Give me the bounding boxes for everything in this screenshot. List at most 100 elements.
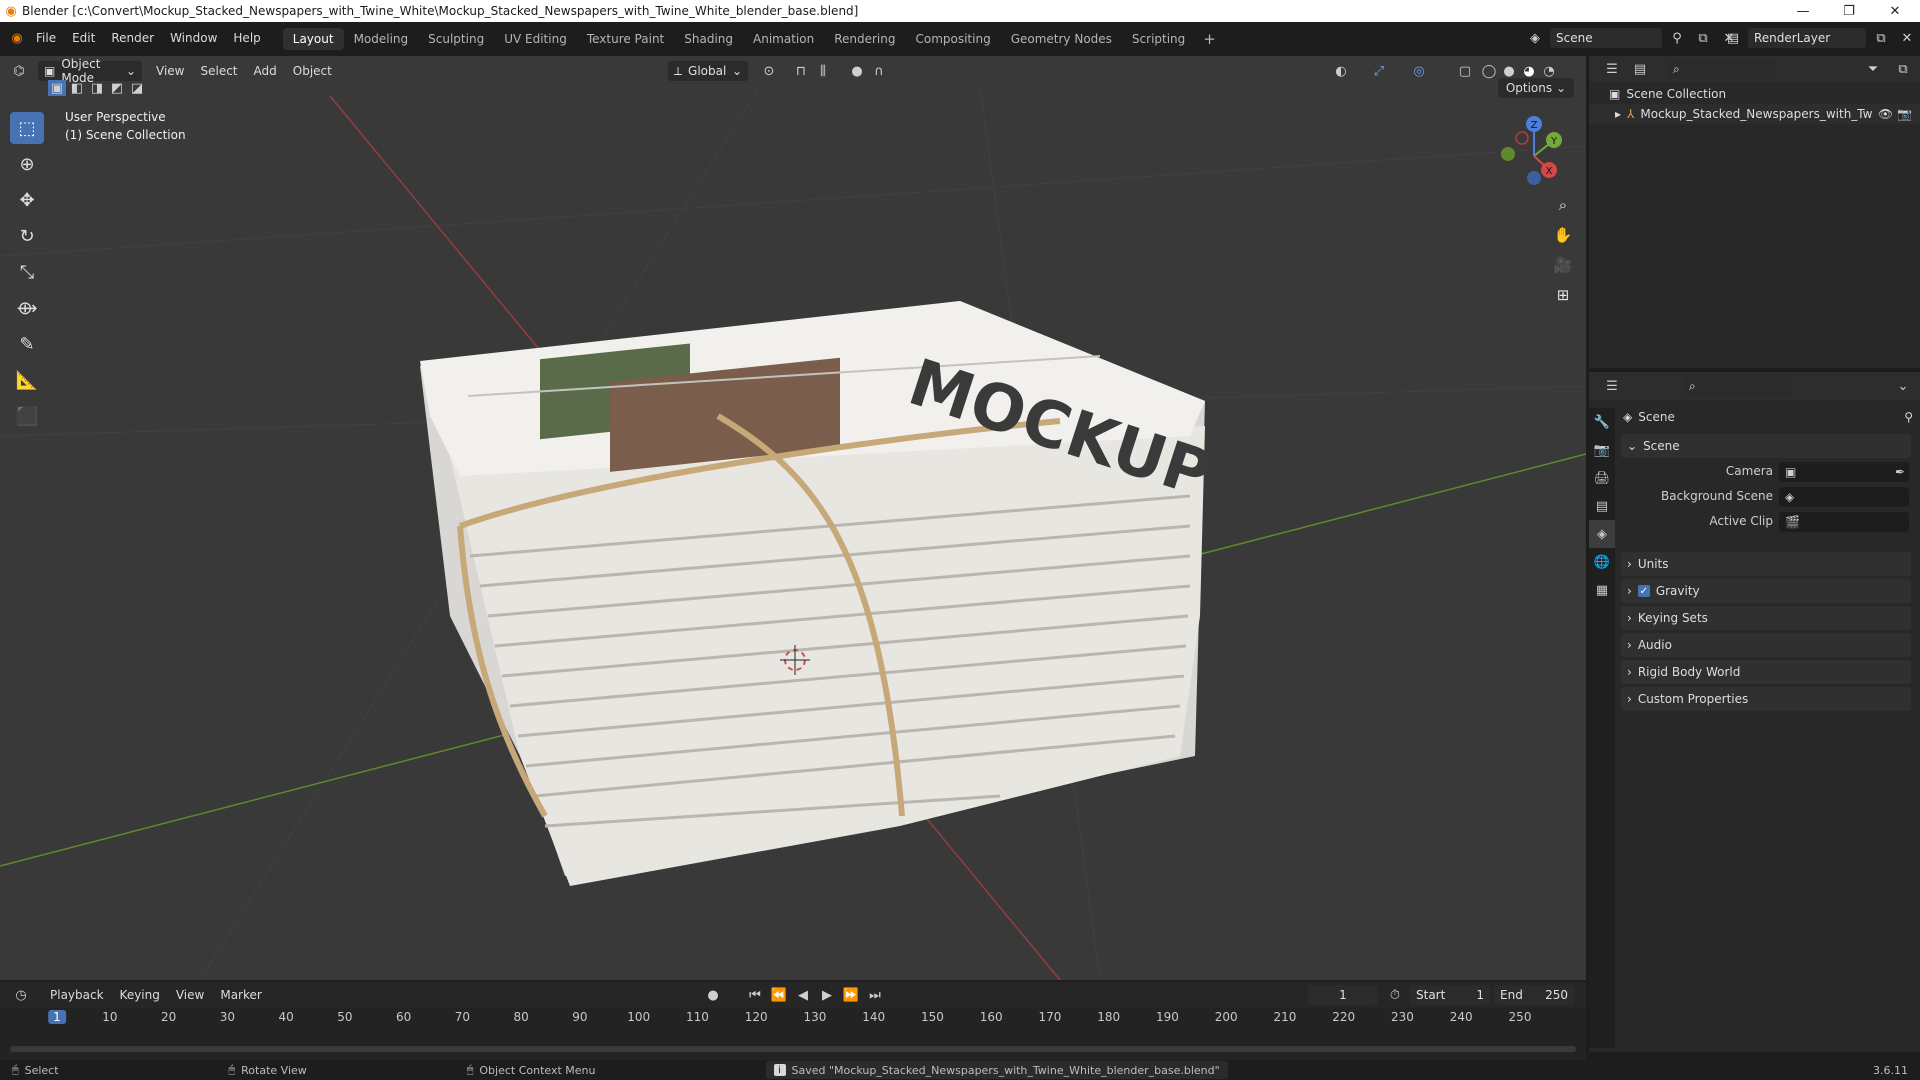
proportional-edit-icon[interactable]: ● [846, 61, 868, 81]
tab-sculpting[interactable]: Sculpting [418, 28, 494, 50]
panel-units[interactable]: › Units [1621, 552, 1911, 576]
outliner-search-input[interactable]: ⌕ [1667, 59, 1777, 79]
active-clip-field[interactable]: 🎬 [1779, 512, 1909, 532]
play-reverse-icon[interactable]: ◀ [792, 985, 814, 1005]
camera-field[interactable]: ▣ ✒ [1779, 462, 1909, 482]
menu-file[interactable]: File [28, 22, 64, 55]
pin-icon[interactable]: ⚲ [1904, 410, 1913, 424]
transform-tool-icon[interactable]: ⟴ [10, 292, 44, 324]
editor-type-icon[interactable]: ◷ [10, 985, 32, 1005]
timeline-scrollbar[interactable] [10, 1046, 1576, 1052]
zoom-icon[interactable]: ⌕ [1550, 192, 1576, 218]
mode-selector[interactable]: ▣ Object Mode ⌄ [38, 57, 142, 85]
properties-search-input[interactable]: ⌕ [1683, 376, 1793, 396]
annotate-tool-icon[interactable]: ✎ [10, 328, 44, 360]
navigation-gizmo[interactable]: Y Z X [1494, 114, 1578, 198]
editor-type-icon[interactable]: ⌬ [8, 61, 30, 81]
scene-tab-icon[interactable]: ◈ [1589, 520, 1615, 548]
view-layer-icon[interactable]: ▤ [1722, 28, 1744, 48]
expand-arrow-icon[interactable]: ▸ [1615, 107, 1621, 121]
eye-icon[interactable]: 👁 [1878, 107, 1893, 121]
play-icon[interactable]: ▶ [816, 985, 838, 1005]
world-tab-icon[interactable]: 🌐 [1589, 548, 1615, 576]
tab-geometry-nodes[interactable]: Geometry Nodes [1001, 28, 1122, 50]
tab-animation[interactable]: Animation [743, 28, 824, 50]
tool-tab-icon[interactable]: 🔧 [1589, 408, 1615, 436]
pan-hand-icon[interactable]: ✋ [1550, 222, 1576, 248]
panel-gravity[interactable]: › ✓ Gravity [1621, 579, 1911, 603]
xray-icon[interactable]: ▢ [1454, 61, 1476, 81]
select-extend-icon[interactable]: ◧ [68, 80, 86, 96]
add-cube-tool-icon[interactable]: ⬛ [10, 400, 44, 432]
new-collection-icon[interactable]: ⧉ [1892, 59, 1914, 79]
scene-name-field[interactable]: Scene [1550, 28, 1662, 48]
measure-tool-icon[interactable]: 📐 [10, 364, 44, 396]
snap-target-icon[interactable]: ⫼ [812, 61, 834, 81]
options-button[interactable]: Options ⌄ [1497, 78, 1574, 98]
tab-texture-paint[interactable]: Texture Paint [577, 28, 674, 50]
current-frame-indicator[interactable]: 1 [48, 1010, 66, 1024]
tab-shading[interactable]: Shading [674, 28, 743, 50]
tab-layout[interactable]: Layout [282, 27, 344, 50]
menu-help[interactable]: Help [225, 22, 268, 55]
panel-scene[interactable]: ⌄ Scene [1621, 434, 1911, 458]
tab-modeling[interactable]: Modeling [344, 28, 419, 50]
menu-render[interactable]: Render [103, 22, 162, 55]
tab-rendering[interactable]: Rendering [824, 28, 905, 50]
panel-custom-properties[interactable]: › Custom Properties [1621, 687, 1911, 711]
add-workspace-icon[interactable]: + [1195, 30, 1224, 48]
falloff-icon[interactable]: ∩ [868, 61, 890, 81]
record-icon[interactable]: ● [702, 985, 724, 1005]
viewport-menu-select[interactable]: Select [192, 64, 245, 78]
timeline-menu-view[interactable]: View [168, 988, 212, 1002]
select-subtract-icon[interactable]: ◨ [88, 80, 106, 96]
jump-start-icon[interactable]: ⏮ [744, 985, 766, 1005]
next-keyframe-icon[interactable]: ⏩ [840, 985, 862, 1005]
jump-end-icon[interactable]: ⏭ [864, 985, 886, 1005]
outliner-row-object[interactable]: ▸ ⅄ Mockup_Stacked_Newspapers_with_Tw 👁 … [1589, 104, 1920, 124]
chevron-down-icon[interactable]: ⌄ [1892, 376, 1914, 396]
select-intersect-icon[interactable]: ◪ [128, 80, 146, 96]
background-scene-field[interactable]: ◈ [1779, 487, 1909, 507]
timeline-menu-playback[interactable]: Playback [42, 988, 112, 1002]
visibility-filter-icon[interactable]: ◐ [1330, 61, 1352, 81]
scale-tool-icon[interactable]: ⤡ [10, 256, 44, 288]
texture-tab-icon[interactable]: ▦ [1589, 576, 1615, 604]
viewport-menu-object[interactable]: Object [285, 64, 340, 78]
menu-window[interactable]: Window [162, 22, 225, 55]
render-layer-field[interactable]: RenderLayer [1748, 28, 1866, 48]
view-layer-tab-icon[interactable]: ▤ [1589, 492, 1615, 520]
scene-icon[interactable]: ◈ [1524, 28, 1546, 48]
gravity-checkbox[interactable]: ✓ [1637, 585, 1650, 597]
wireframe-shading-icon[interactable]: ◯ [1478, 61, 1500, 81]
render-tab-icon[interactable]: 📷 [1589, 436, 1615, 464]
start-frame-field[interactable]: Start 1 [1410, 985, 1490, 1005]
select-invert-icon[interactable]: ◩ [108, 80, 126, 96]
3d-viewport[interactable]: MOCKUP ⌬ ▣ Object Mode ⌄ View Select Add… [0, 56, 1586, 980]
outliner-row-scene-collection[interactable]: ▣ Scene Collection [1589, 84, 1920, 104]
rotate-tool-icon[interactable]: ↻ [10, 220, 44, 252]
camera-view-icon[interactable]: 🎥 [1550, 252, 1576, 278]
prev-keyframe-icon[interactable]: ⏪ [768, 985, 790, 1005]
gizmo-icon[interactable]: ⤢ [1368, 61, 1390, 81]
timeline-ruler[interactable]: 1 10 20 30 40 50 60 70 80 90 100 110 120 130 140 150 160… [0, 1010, 1586, 1030]
select-box-tool-icon[interactable]: ⬚ [10, 112, 44, 144]
tab-uv-editing[interactable]: UV Editing [494, 28, 577, 50]
blender-menu-icon[interactable]: ◉ [6, 29, 28, 49]
delete-view-layer-icon[interactable]: ✕ [1896, 28, 1918, 48]
eyedropper-icon[interactable]: ✒ [1895, 465, 1905, 479]
new-view-layer-icon[interactable]: ⧉ [1870, 28, 1892, 48]
filter-icon[interactable]: ⏷ [1862, 59, 1884, 79]
panel-keying-sets[interactable]: › Keying Sets [1621, 606, 1911, 630]
current-frame-field[interactable]: 1 [1308, 985, 1378, 1005]
maximize-icon[interactable]: ❐ [1826, 0, 1872, 22]
menu-edit[interactable]: Edit [64, 22, 103, 55]
display-mode-icon[interactable]: ▤ [1629, 59, 1651, 79]
perspective-toggle-icon[interactable]: ⊞ [1550, 282, 1576, 308]
tab-compositing[interactable]: Compositing [905, 28, 1000, 50]
select-new-icon[interactable]: ▣ [48, 80, 66, 96]
panel-audio[interactable]: › Audio [1621, 633, 1911, 657]
panel-rigid-body-world[interactable]: › Rigid Body World [1621, 660, 1911, 684]
snap-icon[interactable]: ⊓ [790, 61, 812, 81]
timeline-menu-marker[interactable]: Marker [212, 988, 269, 1002]
